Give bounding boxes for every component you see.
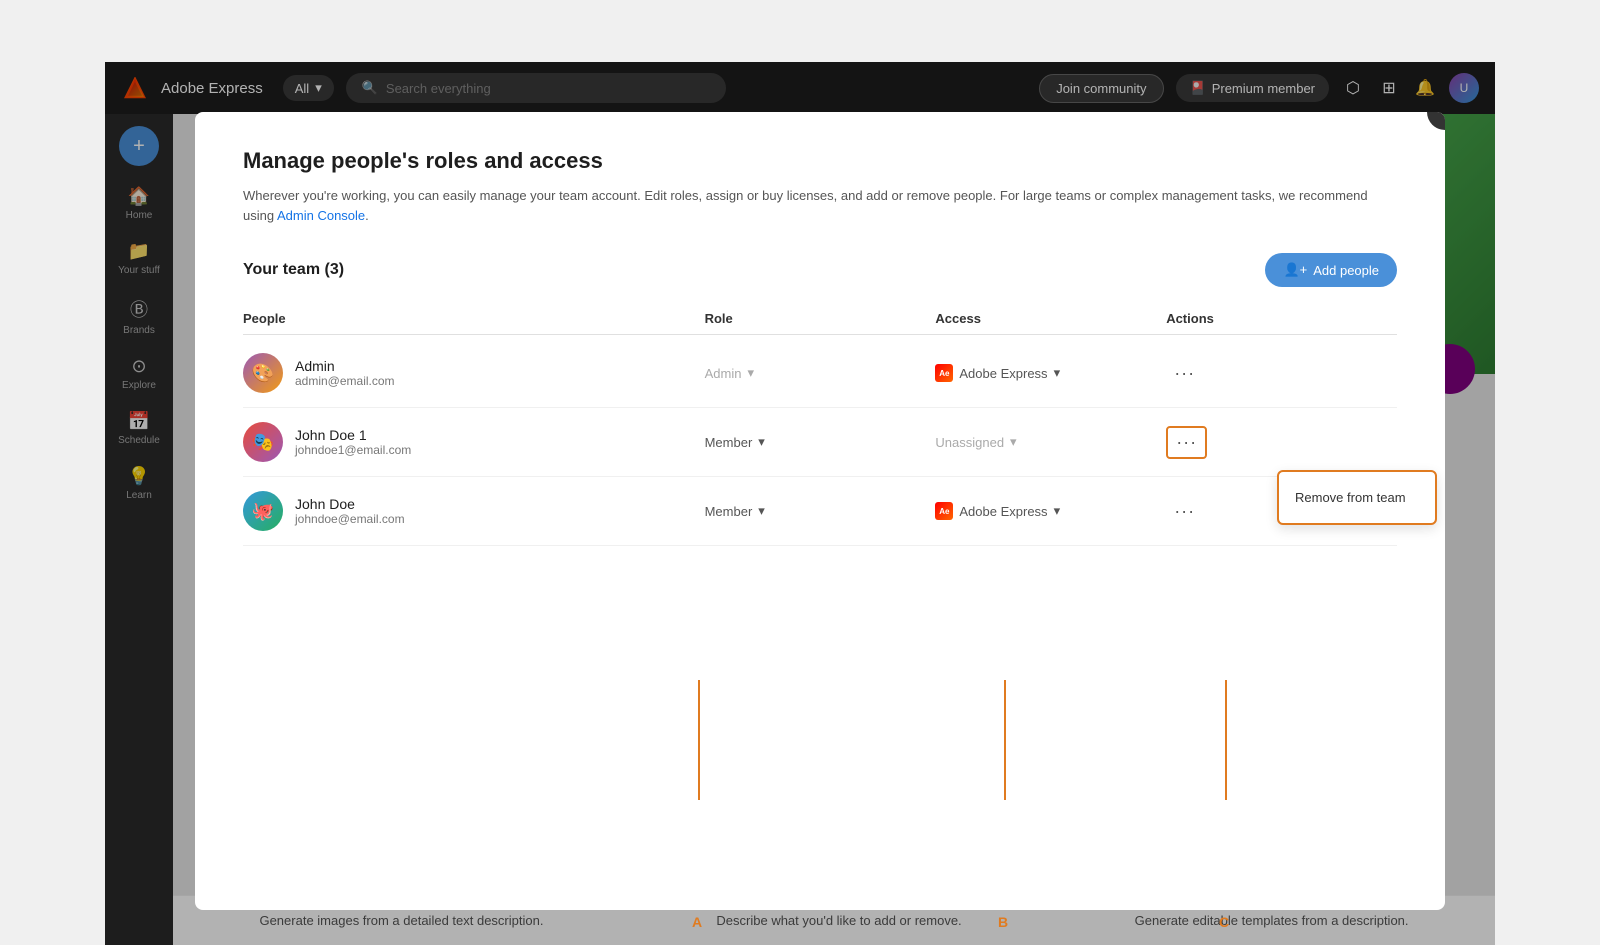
chevron-down-icon: ▾ <box>747 365 754 381</box>
person-cell-johndoe1: 🎭 John Doe 1 johndoe1@email.com <box>243 422 705 462</box>
chevron-down-icon: ▾ <box>758 434 765 450</box>
team-header: Your team (3) 👤+ Add people <box>243 253 1397 287</box>
modal-description-text: Wherever you're working, you can easily … <box>243 188 1368 223</box>
chevron-down-icon: ▾ <box>1010 434 1017 450</box>
ae-icon: Ae <box>935 502 953 520</box>
avatar-admin: 🎨 <box>243 353 283 393</box>
annotation-label-c: C <box>1219 914 1229 930</box>
col-actions: Actions <box>1166 311 1397 326</box>
person-cell-johndoe: 🐙 John Doe johndoe@email.com <box>243 491 705 531</box>
access-label-johndoe1: Unassigned <box>935 435 1004 450</box>
remove-from-team-option[interactable]: Remove from team <box>1279 480 1435 515</box>
person-cell-admin: 🎨 Admin admin@email.com <box>243 353 705 393</box>
person-name-johndoe1: John Doe 1 <box>295 427 411 443</box>
admin-console-link[interactable]: Admin Console <box>277 208 365 223</box>
person-email-johndoe: johndoe@email.com <box>295 512 405 526</box>
more-actions-admin[interactable]: ··· <box>1166 359 1203 388</box>
manage-roles-modal: × Manage people's roles and access Where… <box>195 112 1445 910</box>
access-cell-johndoe[interactable]: Ae Adobe Express ▾ <box>935 502 1166 520</box>
role-label-admin: Admin <box>705 366 742 381</box>
avatar-johndoe1: 🎭 <box>243 422 283 462</box>
chevron-down-icon: ▾ <box>758 503 765 519</box>
person-name-johndoe: John Doe <box>295 496 405 512</box>
ae-icon: Ae <box>935 364 953 382</box>
person-info-johndoe: John Doe johndoe@email.com <box>295 496 405 526</box>
role-dropdown-johndoe[interactable]: Member ▾ <box>705 503 936 519</box>
annotation-label-a: A <box>692 914 702 930</box>
role-dropdown-johndoe1[interactable]: Member ▾ <box>705 434 936 450</box>
more-actions-johndoe[interactable]: ··· <box>1166 497 1203 526</box>
table-row: 🐙 John Doe johndoe@email.com Member ▾ Ae… <box>243 477 1397 546</box>
chevron-down-icon: ▾ <box>1054 503 1061 519</box>
col-access: Access <box>935 311 1166 326</box>
access-cell-johndoe1[interactable]: Unassigned ▾ <box>935 434 1166 450</box>
col-people: People <box>243 311 705 326</box>
chevron-down-icon: ▾ <box>1054 365 1061 381</box>
access-label-johndoe: Adobe Express <box>959 504 1047 519</box>
add-people-label: Add people <box>1313 263 1379 278</box>
annotation-line-b <box>1004 680 1006 800</box>
person-email-admin: admin@email.com <box>295 374 395 388</box>
role-label-johndoe1: Member <box>705 435 753 450</box>
person-email-johndoe1: johndoe1@email.com <box>295 443 411 457</box>
team-title: Your team (3) <box>243 261 344 279</box>
annotation-label-b: B <box>998 914 1008 930</box>
annotation-line-a <box>698 680 700 800</box>
action-dropdown-johndoe1: Remove from team <box>1277 470 1437 525</box>
table-row: 🎭 John Doe 1 johndoe1@email.com Member ▾… <box>243 408 1397 477</box>
add-people-button[interactable]: 👤+ Add people <box>1265 253 1397 287</box>
table-row: 🎨 Admin admin@email.com Admin ▾ Ae Adobe… <box>243 339 1397 408</box>
col-role: Role <box>705 311 936 326</box>
actions-cell-admin: ··· <box>1166 359 1397 388</box>
avatar-johndoe: 🐙 <box>243 491 283 531</box>
modal-description: Wherever you're working, you can easily … <box>243 186 1397 225</box>
actions-cell-johndoe1: ··· Remove from team <box>1166 426 1397 459</box>
modal-title: Manage people's roles and access <box>243 148 1397 174</box>
table-header: People Role Access Actions <box>243 303 1397 335</box>
person-name-admin: Admin <box>295 358 395 374</box>
role-label-johndoe: Member <box>705 504 753 519</box>
annotation-line-c <box>1225 680 1227 800</box>
role-dropdown-admin[interactable]: Admin ▾ <box>705 365 936 381</box>
add-person-icon: 👤+ <box>1283 262 1307 278</box>
modal-body: Manage people's roles and access Whereve… <box>195 112 1445 910</box>
access-cell-admin[interactable]: Ae Adobe Express ▾ <box>935 364 1166 382</box>
access-label-admin: Adobe Express <box>959 366 1047 381</box>
more-actions-johndoe1[interactable]: ··· <box>1166 426 1207 459</box>
person-info-johndoe1: John Doe 1 johndoe1@email.com <box>295 427 411 457</box>
person-info-admin: Admin admin@email.com <box>295 358 395 388</box>
